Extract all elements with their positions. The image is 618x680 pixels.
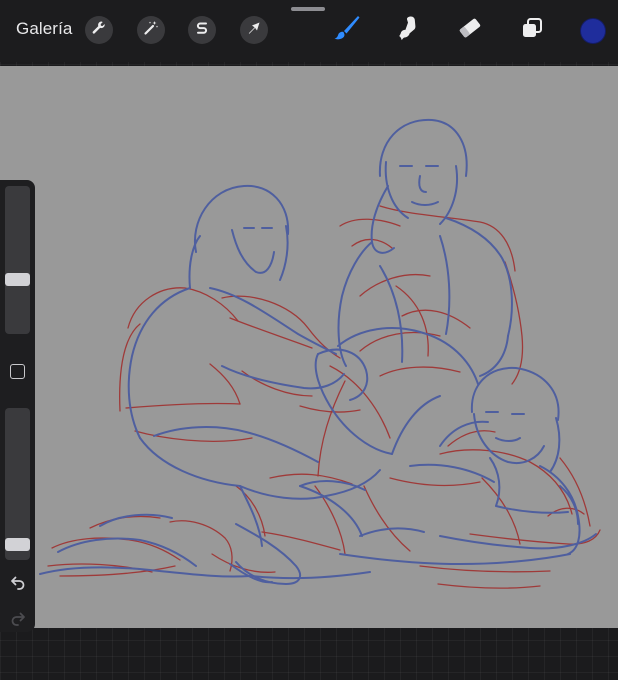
color-swatch[interactable]: [580, 18, 606, 44]
smudge-icon: [395, 14, 421, 47]
layers-icon: [520, 16, 544, 45]
brush-tool-button[interactable]: [330, 14, 362, 46]
wrench-icon: [91, 20, 107, 41]
adjustments-button[interactable]: [137, 16, 165, 44]
brush-opacity-slider[interactable]: [5, 408, 30, 560]
brush-icon: [331, 13, 361, 48]
undo-icon[interactable]: [8, 572, 27, 591]
smudge-tool-button[interactable]: [392, 14, 424, 46]
eraser-tool-button[interactable]: [454, 14, 486, 46]
modify-square-icon[interactable]: [10, 364, 25, 379]
top-toolbar: Galería: [0, 0, 618, 62]
selection-button[interactable]: [188, 16, 216, 44]
selection-s-icon: [194, 20, 210, 41]
actions-button[interactable]: [85, 16, 113, 44]
brush-opacity-slider-thumb[interactable]: [5, 538, 30, 552]
layers-button[interactable]: [516, 14, 548, 46]
drawing-canvas[interactable]: [0, 66, 618, 628]
transform-arrow-icon: [246, 20, 262, 41]
grab-handle[interactable]: [291, 7, 325, 11]
redo-icon[interactable]: [8, 608, 27, 627]
gallery-button[interactable]: Galería: [16, 19, 72, 39]
magic-wand-icon: [143, 20, 159, 41]
left-sidebar: [0, 180, 35, 632]
brush-size-slider-thumb[interactable]: [5, 273, 30, 287]
brush-size-slider[interactable]: [5, 186, 30, 334]
blue-main-sketch: [39, 118, 597, 585]
eraser-icon: [457, 16, 483, 45]
transform-button[interactable]: [240, 16, 268, 44]
sketch-artwork: [39, 118, 601, 589]
